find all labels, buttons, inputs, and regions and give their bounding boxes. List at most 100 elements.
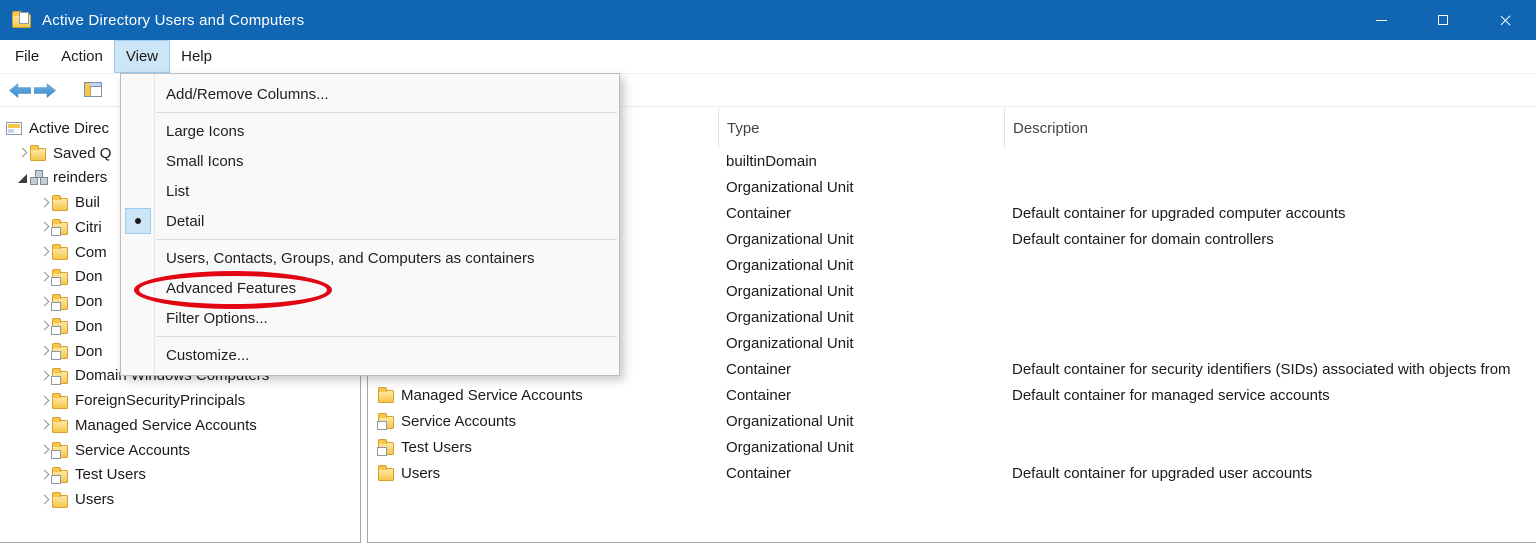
- tree-item-label: Don: [75, 317, 103, 335]
- table-row[interactable]: Managed Service Accounts Container Defau…: [368, 382, 1536, 408]
- minimize-icon: [1375, 19, 1387, 21]
- row-type: Organizational Unit: [726, 334, 854, 352]
- maximize-icon: [1438, 15, 1448, 25]
- menu-action[interactable]: Action: [50, 40, 114, 73]
- minimize-button[interactable]: [1350, 0, 1412, 40]
- row-description: Default container for security identifie…: [1012, 360, 1511, 378]
- domain-icon: [30, 170, 46, 186]
- folder-icon: [52, 417, 68, 434]
- tree-item-label: Active Direc: [29, 119, 110, 137]
- menu-item-add-remove-columns[interactable]: Add/Remove Columns...: [121, 79, 619, 109]
- row-type: Organizational Unit: [726, 178, 854, 196]
- table-row[interactable]: Users Container Default container for up…: [368, 460, 1536, 486]
- tree-item-test-users[interactable]: Test Users: [0, 463, 360, 488]
- tree-item-service-accounts[interactable]: Service Accounts: [0, 438, 360, 463]
- menu-item-label: Filter Options...: [166, 309, 268, 327]
- chevron-right-icon[interactable]: [36, 393, 52, 409]
- ou-folder-icon: [377, 439, 394, 456]
- folder-icon: [52, 392, 68, 409]
- chevron-right-icon[interactable]: [36, 318, 52, 334]
- folder-icon: [30, 145, 46, 162]
- menu-file[interactable]: File: [4, 40, 50, 73]
- titlebar: Active Directory Users and Computers: [0, 0, 1536, 40]
- folder-icon: [378, 387, 394, 403]
- chevron-right-icon[interactable]: [36, 269, 52, 285]
- menu-separator: [156, 239, 617, 240]
- chevron-right-icon[interactable]: [36, 219, 52, 235]
- window-title: Active Directory Users and Computers: [42, 11, 305, 29]
- menu-item-users-contacts-containers[interactable]: Users, Contacts, Groups, and Computers a…: [121, 243, 619, 273]
- folder-icon: [52, 244, 68, 261]
- tree-item-label: Com: [75, 243, 107, 261]
- menu-separator: [156, 336, 617, 337]
- table-row[interactable]: Test Users Organizational Unit: [368, 434, 1536, 460]
- chevron-right-icon[interactable]: [36, 368, 52, 384]
- menu-item-filter-options[interactable]: Filter Options...: [121, 303, 619, 333]
- tree-item-label: Saved Q: [53, 144, 112, 162]
- tree-item-foreign-security-principals[interactable]: ForeignSecurityPrincipals: [0, 388, 360, 413]
- chevron-right-icon[interactable]: [36, 294, 52, 310]
- row-type: Container: [726, 386, 792, 404]
- tree-item-users[interactable]: Users: [0, 487, 360, 512]
- menu-item-list[interactable]: List: [121, 176, 619, 206]
- row-name: Test Users: [401, 438, 472, 456]
- table-row[interactable]: Service Accounts Organizational Unit: [368, 408, 1536, 434]
- window-controls: [1350, 0, 1536, 40]
- menu-item-label: Advanced Features: [166, 279, 297, 297]
- row-type: builtinDomain: [726, 152, 817, 170]
- menu-item-advanced-features[interactable]: Advanced Features: [121, 273, 619, 303]
- tree-item-label: Managed Service Accounts: [75, 416, 257, 434]
- column-header-type[interactable]: Type: [718, 108, 1004, 148]
- app-icon: [12, 11, 31, 28]
- menu-item-customize[interactable]: Customize...: [121, 340, 619, 370]
- chevron-down-icon[interactable]: [14, 170, 30, 186]
- folder-icon: [52, 491, 68, 508]
- chevron-right-icon[interactable]: [36, 417, 52, 433]
- tree-item-label: Test Users: [75, 466, 146, 484]
- chevron-right-icon[interactable]: [36, 343, 52, 359]
- back-arrow-icon[interactable]: [9, 83, 31, 98]
- menu-help[interactable]: Help: [170, 40, 223, 73]
- ou-folder-icon: [51, 442, 68, 460]
- close-button[interactable]: [1474, 0, 1536, 40]
- row-type: Container: [726, 204, 792, 222]
- menu-item-detail[interactable]: Detail: [121, 206, 619, 236]
- menu-item-large-icons[interactable]: Large Icons: [121, 116, 619, 146]
- chevron-right-icon[interactable]: [36, 195, 52, 211]
- chevron-right-icon[interactable]: [36, 492, 52, 508]
- tree-item-label: Users: [75, 491, 115, 509]
- menu-item-label: Detail: [166, 212, 205, 230]
- menu-item-label: Small Icons: [166, 152, 244, 170]
- menu-item-label: List: [166, 182, 190, 200]
- ou-folder-icon: [51, 343, 68, 361]
- maximize-button[interactable]: [1412, 0, 1474, 40]
- chevron-right-icon[interactable]: [36, 244, 52, 260]
- row-type: Organizational Unit: [726, 438, 854, 456]
- column-header-description[interactable]: Description: [1004, 108, 1536, 148]
- tree-item-label: Don: [75, 342, 103, 360]
- tree-item-label: reinders: [53, 169, 108, 187]
- tree-item-label: Don: [75, 293, 103, 311]
- row-type: Container: [726, 360, 792, 378]
- row-name: Service Accounts: [401, 412, 517, 430]
- ou-folder-icon: [377, 413, 394, 430]
- tree-item-label: Service Accounts: [75, 441, 191, 459]
- chevron-right-icon[interactable]: [14, 145, 30, 161]
- menu-item-label: Large Icons: [166, 122, 245, 140]
- tree-item-label: Citri: [75, 218, 102, 236]
- row-description: Default container for upgraded user acco…: [1012, 464, 1313, 482]
- tree-item-label: Buil: [75, 194, 101, 212]
- menu-item-small-icons[interactable]: Small Icons: [121, 146, 619, 176]
- row-description: Default container for managed service ac…: [1012, 386, 1330, 404]
- ou-folder-icon: [51, 219, 68, 237]
- tree-item-managed-service-accounts[interactable]: Managed Service Accounts: [0, 413, 360, 438]
- menu-view[interactable]: View: [113, 40, 171, 73]
- chevron-right-icon[interactable]: [36, 442, 52, 458]
- menu-item-label: Users, Contacts, Groups, and Computers a…: [166, 249, 535, 267]
- chevron-right-icon[interactable]: [36, 467, 52, 483]
- console-tree-icon[interactable]: [84, 82, 102, 97]
- radio-selected-indicator: [125, 208, 151, 234]
- forward-arrow-icon[interactable]: [34, 83, 56, 98]
- row-type: Organizational Unit: [726, 282, 854, 300]
- row-type: Organizational Unit: [726, 308, 854, 326]
